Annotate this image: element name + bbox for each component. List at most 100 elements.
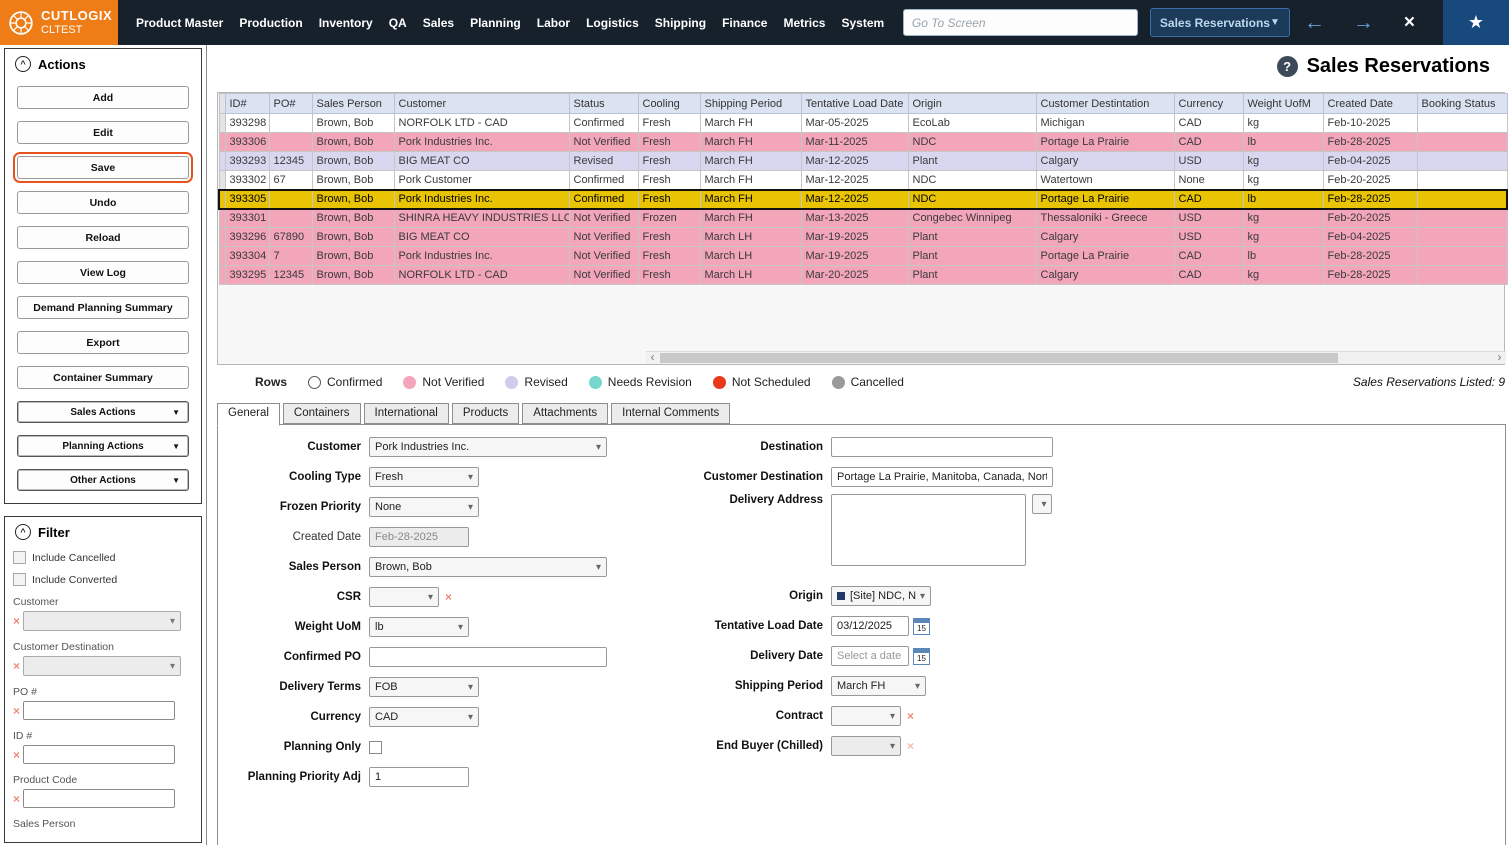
- undo-button[interactable]: Undo: [17, 191, 189, 214]
- add-button[interactable]: Add: [17, 86, 189, 109]
- tab[interactable]: Attachments: [522, 403, 608, 424]
- shipping-period-select[interactable]: March FH ▾: [831, 676, 926, 696]
- frozen-priority-select[interactable]: None ▾: [369, 497, 479, 517]
- edit-button[interactable]: Edit: [17, 121, 189, 144]
- horizontal-scrollbar[interactable]: ‹ ›: [646, 351, 1506, 364]
- delivery-terms-select[interactable]: FOB ▾: [369, 677, 479, 697]
- column-header[interactable]: Booking Status: [1417, 94, 1507, 114]
- planning-priority-adj-input[interactable]: [369, 767, 469, 787]
- tab[interactable]: Internal Comments: [611, 403, 730, 424]
- column-header[interactable]: Origin: [908, 94, 1036, 114]
- clear-icon[interactable]: ×: [13, 615, 20, 627]
- calendar-icon[interactable]: 15: [913, 618, 930, 635]
- screen-selector-dropdown[interactable]: Sales Reservations ▼: [1150, 8, 1290, 37]
- filter-customer-select[interactable]: ▾: [23, 611, 181, 631]
- filter-product-code-input[interactable]: [23, 789, 175, 808]
- column-header[interactable]: PO#: [269, 94, 312, 114]
- app-logo[interactable]: CUTLOGIX CLTEST: [0, 0, 118, 45]
- nav-menu-item[interactable]: Inventory: [311, 16, 381, 30]
- forward-arrow-icon[interactable]: →: [1339, 11, 1388, 35]
- csr-select[interactable]: ▾: [369, 587, 439, 607]
- scroll-right-icon[interactable]: ›: [1493, 352, 1506, 364]
- customer-select[interactable]: Pork Industries Inc. ▾: [369, 437, 607, 457]
- nav-menu-item[interactable]: Labor: [529, 16, 578, 30]
- clear-icon[interactable]: ×: [907, 710, 914, 722]
- nav-menu-item[interactable]: QA: [381, 16, 415, 30]
- view-log-button[interactable]: View Log: [17, 261, 189, 284]
- table-row[interactable]: 393295 12345 Brown, Bob NORFOLK LTD - CA…: [219, 266, 1507, 285]
- table-row[interactable]: 393306 Brown, Bob Pork Industries Inc. N…: [219, 133, 1507, 152]
- destination-input[interactable]: [831, 437, 1053, 457]
- tab[interactable]: International: [364, 403, 449, 424]
- scroll-left-icon[interactable]: ‹: [646, 352, 659, 364]
- column-header[interactable]: Created Date: [1323, 94, 1417, 114]
- column-header[interactable]: ID#: [225, 94, 269, 114]
- filter-po-input[interactable]: [23, 701, 175, 720]
- sales-person-select[interactable]: Brown, Bob ▾: [369, 557, 607, 577]
- table-row[interactable]: 393304 7 Brown, Bob Pork Industries Inc.…: [219, 247, 1507, 266]
- customer-destination-input[interactable]: [831, 467, 1053, 487]
- scrollbar-thumb[interactable]: [660, 353, 1338, 363]
- include-converted-checkbox-row[interactable]: Include Converted: [13, 573, 193, 586]
- planning-only-checkbox[interactable]: [369, 741, 382, 754]
- clear-icon[interactable]: ×: [13, 793, 20, 805]
- table-row[interactable]: 393305 Brown, Bob Pork Industries Inc. C…: [219, 190, 1507, 209]
- clear-icon[interactable]: ×: [13, 705, 20, 717]
- column-header[interactable]: Tentative Load Date: [801, 94, 908, 114]
- column-header[interactable]: Weight UofM: [1243, 94, 1323, 114]
- back-arrow-icon[interactable]: ←: [1290, 11, 1339, 35]
- collapse-icon[interactable]: ^: [15, 524, 31, 540]
- demand-planning-summary-button[interactable]: Demand Planning Summary: [17, 296, 189, 319]
- table-row[interactable]: 393293 12345 Brown, Bob BIG MEAT CO Revi…: [219, 152, 1507, 171]
- clear-icon[interactable]: ×: [13, 660, 20, 672]
- column-header[interactable]: Currency: [1174, 94, 1243, 114]
- include-cancelled-checkbox[interactable]: [13, 551, 26, 564]
- reload-button[interactable]: Reload: [17, 226, 189, 249]
- column-header[interactable]: Customer: [394, 94, 569, 114]
- column-header[interactable]: Customer Destintation: [1036, 94, 1174, 114]
- filter-customer-destination-select[interactable]: ▾: [23, 656, 181, 676]
- cooling-type-select[interactable]: Fresh ▾: [369, 467, 479, 487]
- column-header[interactable]: Sales Person: [312, 94, 394, 114]
- tentative-load-date-input[interactable]: [831, 616, 909, 636]
- help-icon[interactable]: ?: [1277, 56, 1298, 77]
- nav-menu-item[interactable]: Logistics: [578, 16, 647, 30]
- table-row[interactable]: 393298 Brown, Bob NORFOLK LTD - CAD Conf…: [219, 114, 1507, 133]
- nav-menu-item[interactable]: Finance: [714, 16, 775, 30]
- include-cancelled-checkbox-row[interactable]: Include Cancelled: [13, 551, 193, 564]
- nav-menu-item[interactable]: Production: [231, 16, 310, 30]
- table-row[interactable]: 393301 Brown, Bob SHINRA HEAVY INDUSTRIE…: [219, 209, 1507, 228]
- other-actions-menu[interactable]: Other Actions ▼: [17, 469, 189, 491]
- nav-menu-item[interactable]: System: [833, 16, 892, 30]
- save-button[interactable]: Save: [17, 156, 189, 179]
- nav-menu-item[interactable]: Product Master: [128, 16, 231, 30]
- origin-select[interactable]: [Site] NDC, N ▾: [831, 586, 931, 606]
- tab[interactable]: Containers: [283, 403, 361, 424]
- column-header[interactable]: Shipping Period: [700, 94, 801, 114]
- planning-actions-menu[interactable]: Planning Actions ▼: [17, 435, 189, 457]
- nav-menu-item[interactable]: Shipping: [647, 16, 714, 30]
- favorite-button[interactable]: ★: [1443, 0, 1509, 45]
- collapse-icon[interactable]: ^: [15, 56, 31, 72]
- delivery-address-picker[interactable]: ▾: [1032, 494, 1052, 514]
- nav-menu-item[interactable]: Sales: [415, 16, 462, 30]
- table-row[interactable]: 393296 67890 Brown, Bob BIG MEAT CO Not …: [219, 228, 1507, 247]
- currency-select[interactable]: CAD ▾: [369, 707, 479, 727]
- goto-screen-input[interactable]: [903, 9, 1138, 36]
- close-icon[interactable]: ×: [1388, 12, 1431, 34]
- container-summary-button[interactable]: Container Summary: [17, 366, 189, 389]
- calendar-icon[interactable]: 15: [913, 648, 930, 665]
- tab[interactable]: Products: [452, 403, 519, 424]
- filter-id-input[interactable]: [23, 745, 175, 764]
- nav-menu-item[interactable]: Planning: [462, 16, 529, 30]
- tab[interactable]: General: [217, 403, 280, 426]
- table-row[interactable]: 393302 67 Brown, Bob Pork Customer Confi…: [219, 171, 1507, 190]
- column-header[interactable]: Status: [569, 94, 638, 114]
- contract-select[interactable]: ▾: [831, 706, 901, 726]
- clear-icon[interactable]: ×: [13, 749, 20, 761]
- nav-menu-item[interactable]: Metrics: [775, 16, 833, 30]
- weight-uom-select[interactable]: lb ▾: [369, 617, 469, 637]
- column-header[interactable]: Cooling: [638, 94, 700, 114]
- sales-actions-menu[interactable]: Sales Actions ▼: [17, 401, 189, 423]
- export-button[interactable]: Export: [17, 331, 189, 354]
